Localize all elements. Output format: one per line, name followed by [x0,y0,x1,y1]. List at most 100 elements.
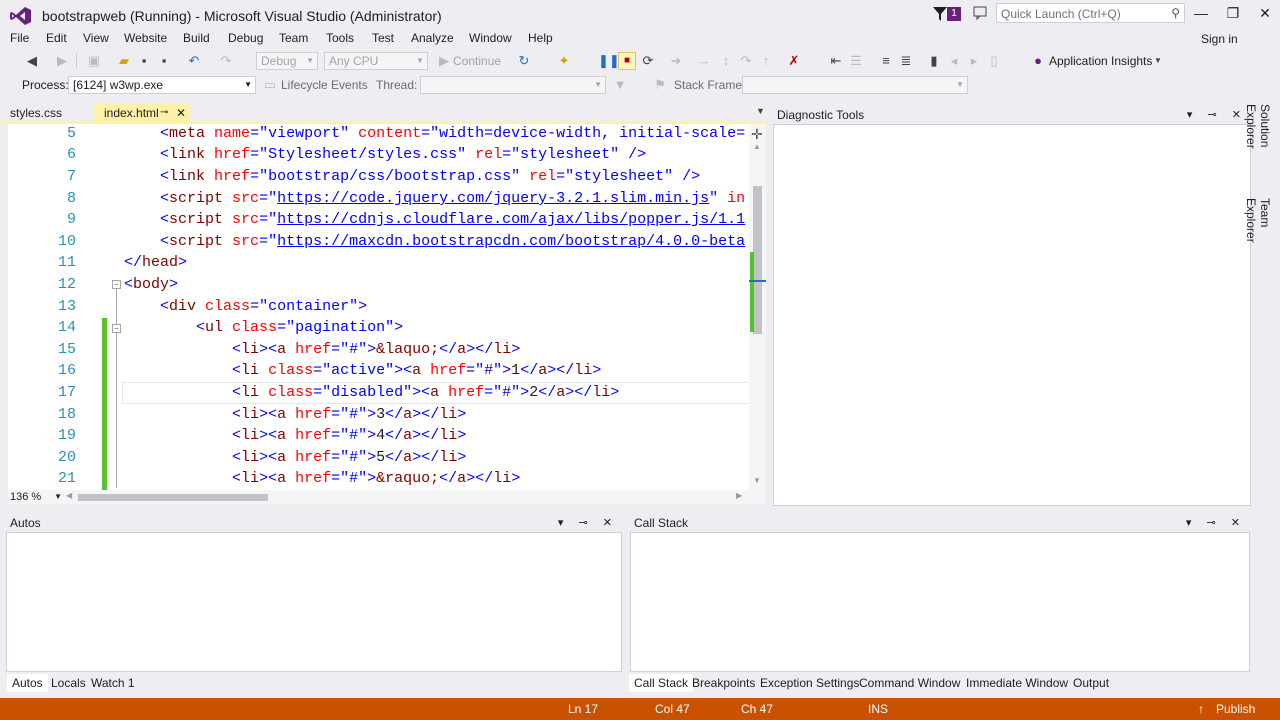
configuration-dropdown[interactable]: Debug ▼ [256,52,318,70]
save-all-icon[interactable]: ▪ [156,53,172,69]
panel-controls[interactable]: ▾ ⊸ ✕ [558,514,618,532]
menu-view[interactable]: View [83,31,109,45]
pause-icon[interactable]: ❚❚ [598,53,620,69]
menu-help[interactable]: Help [528,31,553,45]
panel-controls[interactable]: ▾ ⊸ ✕ [1186,514,1246,532]
code-editor[interactable]: − − 5 6 7 8 9 10 11 12 13 14 15 16 17 18… [8,124,766,490]
line-number: 16 [57,362,76,379]
menu-build[interactable]: Build [183,31,210,45]
play-icon[interactable]: ▶ [436,53,452,69]
platform-dropdown[interactable]: Any CPU ▼ [324,52,428,70]
tab-call-stack[interactable]: Call Stack [629,674,694,692]
scroll-thumb[interactable] [78,494,268,501]
scroll-up-icon[interactable]: ▲ [753,142,761,151]
solution-explorer-tab[interactable]: Solution Explorer [1244,104,1272,190]
refresh-icon[interactable]: ↻ [516,53,532,69]
close-tab-icon[interactable]: ✕ [176,104,186,122]
close-button[interactable]: ✕ [1250,4,1280,24]
quick-launch-input[interactable]: Quick Launch (Ctrl+Q) ⚲ [996,3,1185,23]
thread-dropdown[interactable]: ▼ [420,76,606,94]
bookmark-icon[interactable]: ▮ [926,53,942,69]
undo-icon[interactable]: ↶ [186,53,202,69]
collapse-body-icon[interactable]: − [112,280,121,289]
step-over-icon[interactable]: ↕ [718,53,734,69]
attach-icon[interactable]: ✦ [556,53,572,69]
format-icon[interactable]: ⇤ [828,53,844,69]
continue-button[interactable]: Continue [453,54,501,68]
scroll-right-icon[interactable]: ▶ [736,491,742,500]
publish-button[interactable]: Publish [1216,702,1255,716]
tab-breakpoints[interactable]: Breakpoints [687,674,760,692]
process-dropdown[interactable]: [6124] w3wp.exe ▼ [68,76,256,94]
scroll-left-icon[interactable]: ◀ [66,491,72,500]
breakpoint-toggle-icon[interactable]: ✗ [786,53,802,69]
editor-horizontal-scrollbar[interactable]: ◀ ▶ [64,490,766,504]
menu-edit[interactable]: Edit [46,31,67,45]
tab-styles-css[interactable]: styles.css [0,104,90,122]
tab-output[interactable]: Output [1068,674,1114,692]
tab-immediate-window[interactable]: Immediate Window [961,674,1073,692]
flag-threads-icon[interactable]: ⚑ [652,77,668,93]
panel-controls[interactable]: ▾ ⊸ ✕ [1187,106,1247,124]
scroll-thumb[interactable] [753,186,762,334]
new-project-icon[interactable]: ▣ [86,53,102,69]
feedback-icon[interactable] [973,5,989,21]
split-icon[interactable]: ✛ [751,126,763,143]
menu-file[interactable]: File [10,31,29,45]
restore-button[interactable]: ❐ [1218,4,1248,24]
tab-autos[interactable]: Autos [7,674,48,692]
filter-icon[interactable]: ▼ [612,77,628,93]
menu-tools[interactable]: Tools [326,31,354,45]
notifications-button[interactable]: 1 [933,6,963,22]
comment-icon[interactable]: ≡ [878,53,894,69]
forward-icon[interactable]: ▶ [54,53,70,69]
indent-icon[interactable]: ☰ [848,53,864,69]
team-explorer-tab[interactable]: Team Explorer [1244,198,1272,272]
menu-debug[interactable]: Debug [228,31,263,45]
clear-bookmarks-icon[interactable]: ▯ [986,53,1002,69]
tab-overflow-icon[interactable]: ▼ [756,106,765,116]
show-next-statement-icon[interactable]: ➜ [668,53,684,69]
menu-team[interactable]: Team [279,31,308,45]
menu-website[interactable]: Website [124,31,167,45]
stack-frame-dropdown[interactable]: ▼ [742,76,968,94]
prev-bookmark-icon[interactable]: ◂ [946,53,962,69]
tab-command-window[interactable]: Command Window [854,674,965,692]
step-into-icon[interactable]: → [696,53,712,69]
tab-locals[interactable]: Locals [46,674,91,692]
editor-vertical-scrollbar[interactable]: ✛ ▲ ▼ [749,124,766,490]
save-icon[interactable]: ▪ [136,53,152,69]
tab-watch-1[interactable]: Watch 1 [86,674,140,692]
process-value: [6124] w3wp.exe [73,78,164,92]
menu-window[interactable]: Window [469,31,512,45]
chevron-down-icon[interactable]: ▼ [1150,53,1166,69]
menu-analyze[interactable]: Analyze [411,31,454,45]
sign-in-link[interactable]: Sign in [1201,32,1238,46]
code-line: </head> [124,254,188,271]
scroll-down-icon[interactable]: ▼ [753,476,761,485]
menu-test[interactable]: Test [372,31,394,45]
pin-icon[interactable]: ⊸ [160,104,168,122]
publish-icon: ↑ [1198,702,1204,716]
chevron-down-icon: ▼ [54,492,62,501]
step-out-icon[interactable]: ↷ [738,53,754,69]
restart-icon[interactable]: ⟳ [640,53,656,69]
back-icon[interactable]: ◀ [24,53,40,69]
status-column: Col 47 [655,702,690,716]
redo-icon[interactable]: ↷ [218,53,234,69]
open-folder-icon[interactable]: ▰ [116,53,132,69]
status-line: Ln 17 [568,702,599,716]
zoom-dropdown[interactable]: 136 % ▼ [8,490,64,504]
tab-exception-settings[interactable]: Exception Settings [755,674,864,692]
application-insights-button[interactable]: Application Insights [1049,54,1152,68]
minimize-button[interactable]: — [1186,4,1216,24]
tab-index-html[interactable]: index.html ⊸ ✕ [94,104,190,122]
step-out-up-icon[interactable]: ↑ [758,53,774,69]
uncomment-icon[interactable]: ≣ [898,53,914,69]
panel-title: Call Stack [634,516,689,530]
stop-icon[interactable]: ■ [618,52,636,70]
code-line: <li class="active"><a href="#">1</a></li… [232,362,602,379]
next-bookmark-icon[interactable]: ▸ [966,53,982,69]
collapse-ul-icon[interactable]: − [112,324,121,333]
lifecycle-events-button[interactable]: Lifecycle Events [281,78,368,92]
